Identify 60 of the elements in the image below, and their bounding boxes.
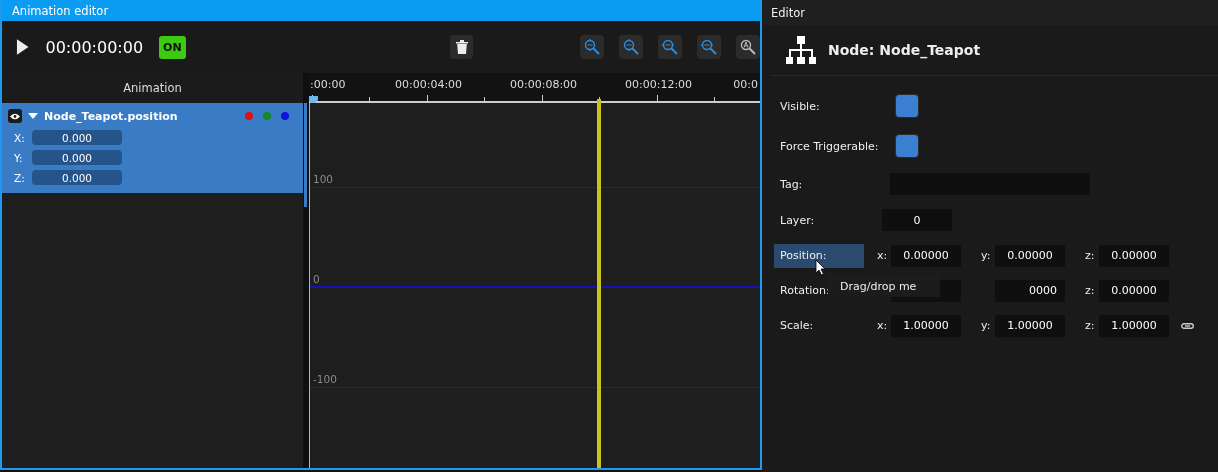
expand-caret-icon[interactable] (28, 112, 38, 120)
axis-label: z: (1085, 284, 1096, 297)
time-label: :00:00 (310, 78, 346, 91)
hierarchy-icon (786, 36, 816, 64)
layer-field[interactable]: 0 (882, 209, 952, 231)
property-label[interactable]: Position: (774, 243, 864, 268)
channel-value-field[interactable]: 0.000 (32, 170, 122, 185)
channel-label: X: (14, 131, 26, 144)
property-label[interactable]: Scale: (774, 313, 864, 338)
property-label: Visible: (779, 98, 821, 115)
track-row[interactable]: Node_Teapot.position X: 0.000 Y: 0.000 Z: 0.000 (2, 103, 303, 193)
cursor-icon (815, 259, 827, 276)
axis-label: y: (981, 319, 992, 332)
panel-title: Editor (762, 0, 1218, 25)
time-display: 00:00:00:00 (45, 37, 144, 57)
axis-label: z: (1085, 319, 1096, 332)
channel-label: Z: (14, 171, 26, 184)
channel-value-field[interactable]: 0.000 (32, 130, 122, 145)
number-field[interactable]: 0000 (995, 279, 1065, 302)
checkbox[interactable] (895, 94, 919, 118)
number-field[interactable]: 1.00000 (1099, 314, 1169, 337)
axis-label: x: (877, 249, 889, 262)
delete-button[interactable] (450, 35, 474, 59)
node-title: Node: Node_Teapot (828, 42, 981, 58)
number-field[interactable]: 1.00000 (995, 314, 1065, 337)
track-name: Node_Teapot.position (44, 109, 179, 123)
axis-value-label: 100 (313, 173, 334, 185)
time-label: 00:00:12:00 (625, 78, 693, 91)
time-label: 00:00:08:00 (510, 78, 578, 91)
axis-label: x: (877, 319, 889, 332)
zoom-vertical-icon[interactable] (619, 35, 643, 59)
property-label: Force Triggerable: (779, 138, 880, 155)
channel-label: Y: (14, 151, 24, 164)
axis-label: z: (1085, 249, 1096, 262)
eye-icon[interactable] (8, 109, 22, 123)
play-button[interactable] (16, 38, 30, 56)
zoom-auto-icon[interactable] (736, 35, 760, 59)
zoom-vertical-icon[interactable] (580, 35, 604, 59)
time-label: 00:0 (733, 78, 758, 91)
axis-label: y: (981, 249, 992, 262)
zoom-horizontal-icon[interactable] (658, 35, 682, 59)
trash-icon (455, 40, 468, 54)
link-icon[interactable] (1181, 322, 1194, 329)
zoom-horizontal-icon[interactable] (697, 35, 721, 59)
time-ruler[interactable]: :00:00 00:00:04:00 00:00:08:00 00:00:12:00 00:0 (309, 73, 760, 103)
checkbox[interactable] (895, 134, 919, 158)
panel-title: Animation editor (2, 0, 760, 21)
property-label: Layer: (779, 212, 816, 229)
number-field[interactable]: 0.00000 (891, 244, 961, 267)
number-field[interactable]: 0.00000 (1099, 244, 1169, 267)
playhead-marker-icon[interactable] (309, 96, 318, 105)
number-field[interactable]: 0.00000 (1099, 279, 1169, 302)
channel-value-field[interactable]: 0.000 (32, 150, 122, 165)
axis-value-label: -100 (313, 373, 337, 385)
axis-value-label: 0 (313, 273, 320, 285)
number-field[interactable]: 1.00000 (891, 314, 961, 337)
time-label: 00:00:04:00 (395, 78, 463, 91)
number-field[interactable]: 0.00000 (995, 244, 1065, 267)
on-toggle[interactable]: ON (159, 35, 186, 59)
property-label: Tag: (779, 176, 804, 193)
